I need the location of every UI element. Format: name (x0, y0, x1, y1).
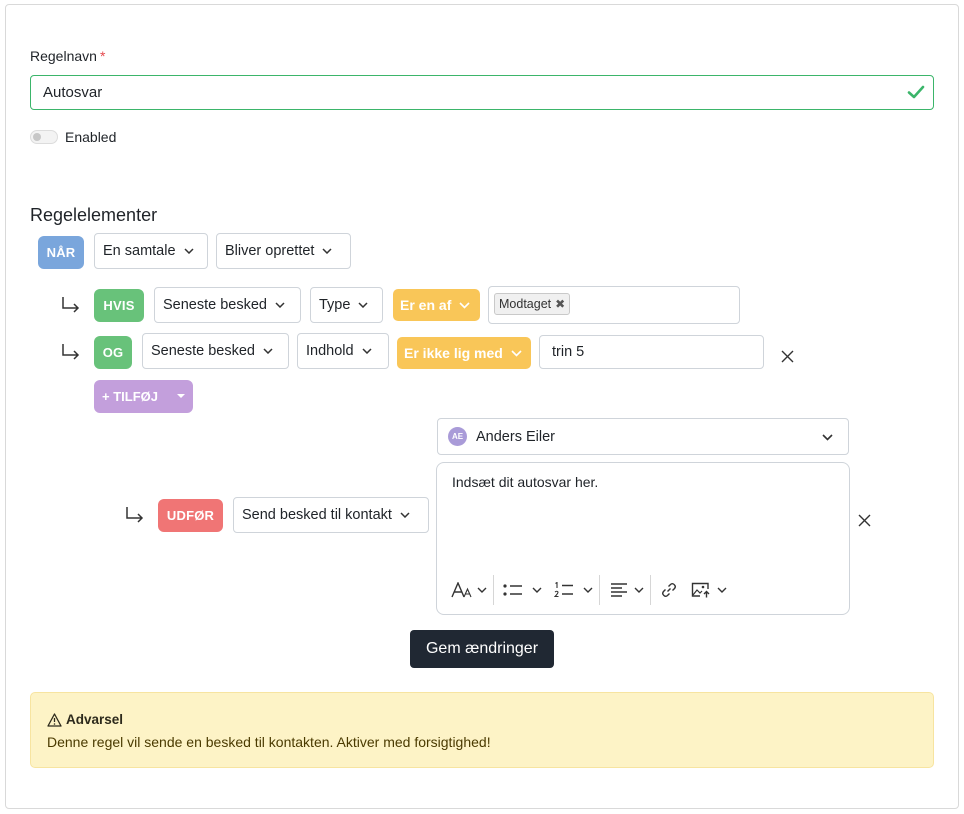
and-operator-value: Er ikke lig med (404, 345, 503, 361)
image-upload-tool[interactable] (683, 575, 733, 605)
and-attribute-select[interactable]: Indhold (297, 333, 389, 369)
add-condition-button[interactable]: + TILFØJ (94, 380, 193, 413)
avatar: AE (448, 427, 467, 446)
and-value-text: trin 5 (552, 344, 585, 360)
add-button-label: + TILFØJ (102, 389, 158, 404)
return-arrow-icon (62, 344, 80, 360)
chevron-down-icon (511, 349, 522, 357)
align-left-icon (611, 583, 627, 597)
and-field-select[interactable]: Seneste besked (142, 333, 289, 369)
message-text[interactable]: Indsæt dit autosvar her. (452, 474, 598, 490)
editor-toolbar (451, 575, 733, 605)
chevron-down-icon (634, 587, 644, 593)
toggle-knob (33, 133, 41, 141)
enabled-label: Enabled (65, 129, 117, 145)
return-arrow-icon (126, 507, 144, 523)
action-type-value: Send besked til kontakt (242, 507, 392, 523)
chevron-down-icon (822, 434, 833, 441)
enabled-toggle[interactable] (30, 130, 58, 144)
check-icon (907, 85, 925, 99)
warning-title-text: Advarsel (66, 712, 124, 727)
font-size-icon (451, 582, 472, 598)
rule-name-value: Autosvar (43, 84, 103, 101)
chevron-down-icon (583, 587, 593, 593)
warning-title: Advarsel (47, 712, 123, 727)
if-attribute-select[interactable]: Type (310, 287, 383, 323)
chevron-down-icon (184, 248, 194, 254)
and-operator-select[interactable]: Er ikke lig med (397, 337, 531, 369)
tag-remove-icon[interactable]: ✖ (555, 297, 565, 311)
numbered-list-icon (554, 582, 573, 598)
when-badge: NÅR (38, 236, 84, 269)
numbered-list-tool[interactable] (548, 575, 599, 605)
tag-label: Modtaget (499, 297, 552, 311)
warning-alert: Advarsel Denne regel vil sende en besked… (30, 692, 934, 768)
if-operator-select[interactable]: Er en af (393, 289, 480, 321)
return-arrow-icon (62, 297, 80, 313)
when-subject-select[interactable]: En samtale (94, 233, 208, 269)
action-badge: UDFØR (158, 499, 223, 532)
and-badge: OG (94, 336, 132, 369)
if-attribute-value: Type (319, 297, 351, 313)
when-subject-value: En samtale (103, 243, 176, 259)
if-tags-input[interactable]: Modtaget ✖ (488, 286, 740, 324)
if-badge: HVIS (94, 289, 144, 322)
warning-message: Denne regel vil sende en besked til kont… (47, 734, 491, 750)
chevron-down-icon (477, 587, 487, 593)
bullet-list-icon (503, 584, 522, 596)
chevron-down-icon (459, 301, 470, 309)
and-field-value: Seneste besked (151, 343, 255, 359)
link-icon (662, 583, 676, 597)
caret-down-icon (177, 394, 185, 398)
and-attribute-value: Indhold (306, 343, 354, 359)
action-type-select[interactable]: Send besked til kontakt (233, 497, 429, 533)
message-editor[interactable]: Indsæt dit autosvar her. (436, 462, 850, 615)
when-event-select[interactable]: Bliver oprettet (216, 233, 351, 269)
font-size-tool[interactable] (451, 575, 493, 605)
if-operator-value: Er en af (400, 297, 452, 313)
save-button[interactable]: Gem ændringer (410, 630, 554, 668)
if-field-value: Seneste besked (163, 297, 267, 313)
rule-name-label-text: Regelnavn (30, 48, 97, 64)
required-mark: * (99, 48, 106, 64)
section-title: Regelelementer (30, 205, 158, 225)
chevron-down-icon (275, 302, 285, 308)
bullet-list-tool[interactable] (494, 575, 548, 605)
tag-chip: Modtaget ✖ (494, 293, 571, 315)
chevron-down-icon (358, 302, 368, 308)
agent-name: Anders Eiler (476, 428, 555, 445)
image-upload-icon (691, 582, 710, 598)
if-field-select[interactable]: Seneste besked (154, 287, 301, 323)
warning-icon (47, 712, 62, 727)
chevron-down-icon (400, 512, 410, 518)
close-icon[interactable] (781, 350, 794, 363)
align-tool[interactable] (600, 575, 650, 605)
chevron-down-icon (532, 587, 542, 593)
agent-select[interactable]: AE Anders Eiler (437, 418, 849, 455)
link-tool[interactable] (651, 575, 683, 605)
rule-name-label: Regelnavn * (30, 48, 105, 64)
and-value-input[interactable]: trin 5 (539, 335, 764, 369)
chevron-down-icon (263, 348, 273, 354)
chevron-down-icon (717, 587, 727, 593)
chevron-down-icon (362, 348, 372, 354)
close-icon[interactable] (858, 514, 871, 527)
when-event-value: Bliver oprettet (225, 243, 315, 259)
chevron-down-icon (322, 248, 332, 254)
rule-name-input[interactable]: Autosvar (30, 75, 934, 110)
